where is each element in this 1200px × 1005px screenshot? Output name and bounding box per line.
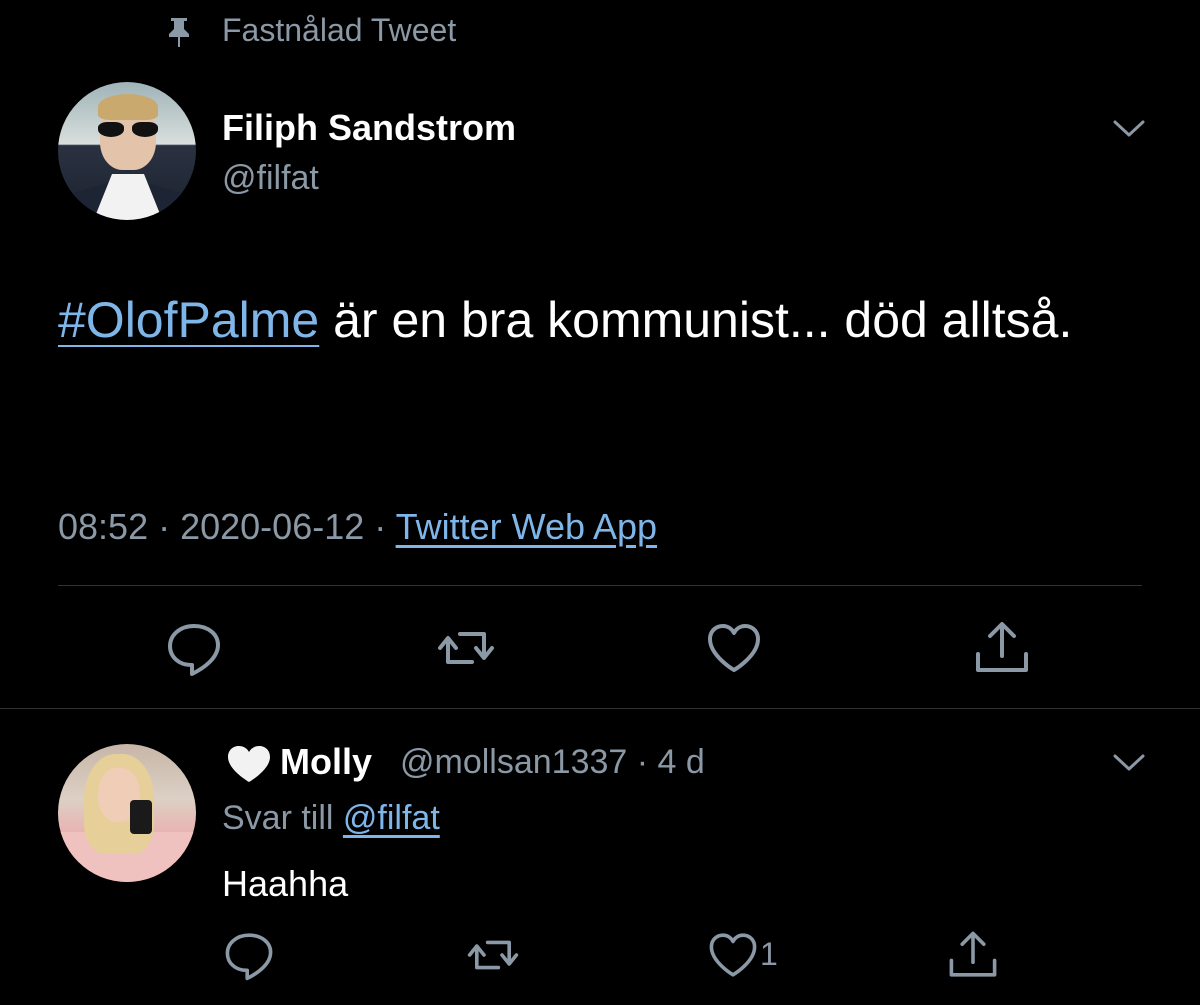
divider: [58, 585, 1142, 586]
like-button[interactable]: [706, 928, 760, 982]
reply-author-avatar[interactable]: [58, 744, 196, 882]
share-icon: [976, 622, 1028, 672]
pin-icon: [166, 16, 192, 48]
reply-to-label: Svar till: [222, 799, 343, 837]
chevron-down-icon[interactable]: [1112, 752, 1146, 774]
reply-to-line: Svar till @filfat: [222, 796, 440, 840]
chevron-down-icon[interactable]: [1112, 118, 1146, 140]
retweet-button[interactable]: [466, 928, 520, 982]
reply-author-handle[interactable]: @mollsan1337 · 4 d: [400, 740, 705, 784]
reply-button[interactable]: [222, 928, 276, 982]
like-icon: [708, 624, 760, 672]
author-handle[interactable]: @filfat: [222, 156, 319, 200]
divider: [0, 708, 1200, 709]
author-display-name[interactable]: Filiph Sandstrom: [222, 106, 516, 150]
reply-icon: [168, 624, 220, 676]
like-icon: [709, 933, 757, 977]
mention-link[interactable]: @filfat: [343, 799, 440, 837]
tweet-time: 08:52: [58, 506, 149, 547]
white-heart-icon: [224, 744, 274, 784]
retweet-icon: [438, 632, 494, 664]
tweet-source-link[interactable]: Twitter Web App: [396, 506, 657, 547]
share-button[interactable]: [972, 618, 1032, 678]
retweet-button[interactable]: [436, 618, 496, 678]
like-button[interactable]: [704, 618, 764, 678]
reply-icon: [225, 933, 273, 981]
share-button[interactable]: [946, 928, 1000, 982]
pinned-tweet-label: Fastnålad Tweet: [222, 12, 457, 48]
tweet-date: 2020-06-12: [180, 506, 365, 547]
tweet-text-body: är en bra kommunist... död alltså.: [319, 292, 1073, 348]
reply-text: Haahha: [222, 863, 349, 904]
reply-button[interactable]: [164, 618, 224, 678]
author-avatar[interactable]: [58, 82, 196, 220]
meta-separator: ·: [148, 506, 181, 547]
tweet-text: #OlofPalme är en bra kommunist... död al…: [58, 272, 1148, 368]
reply-author-name[interactable]: Molly: [280, 740, 372, 784]
hashtag-link[interactable]: #OlofPalme: [58, 292, 319, 348]
meta-separator: ·: [364, 506, 396, 547]
like-count: 1: [760, 936, 778, 972]
retweet-icon: [467, 940, 519, 970]
tweet-meta: 08:52 · 2020-06-12 · Twitter Web App: [58, 504, 657, 550]
share-icon: [949, 931, 997, 977]
